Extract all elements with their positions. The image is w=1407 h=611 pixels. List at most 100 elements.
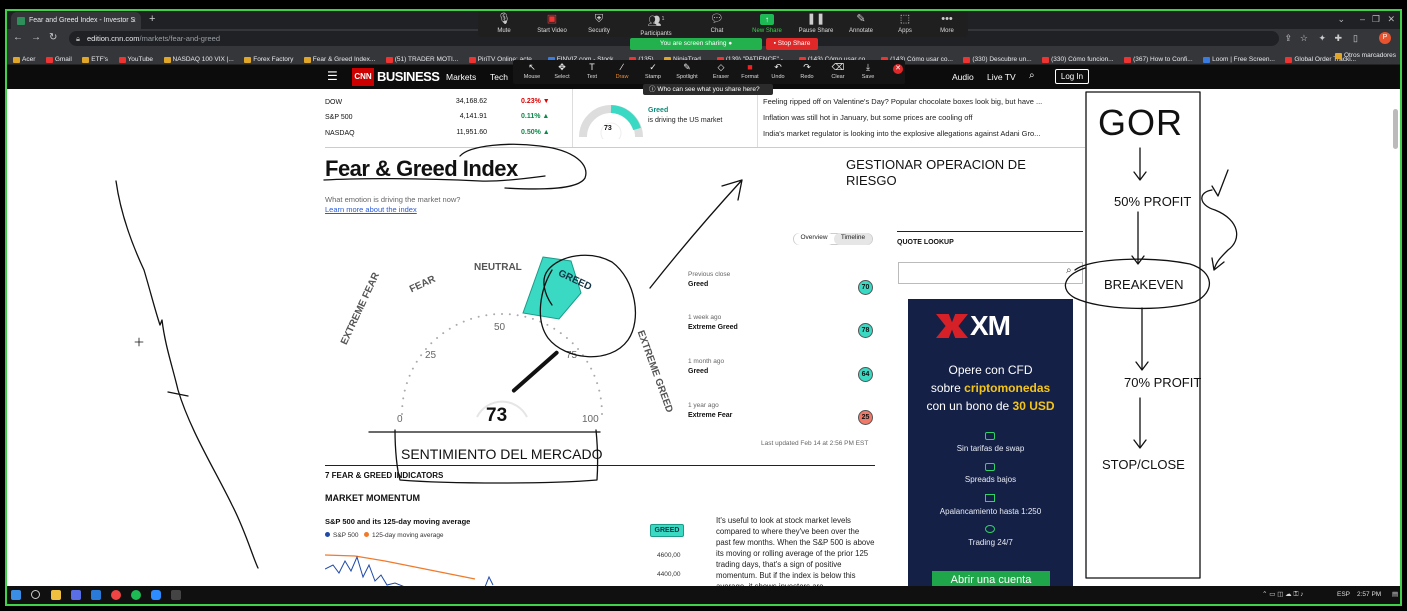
cnn-business-logo[interactable]: CNN BUSINESS — [352, 68, 440, 86]
bookmark-item[interactable]: Gmail — [45, 52, 72, 64]
back-icon[interactable]: ← — [13, 31, 23, 45]
zoom-icon[interactable] — [151, 590, 161, 600]
security-button[interactable]: ⛨ Security — [569, 12, 629, 34]
learn-more-link[interactable]: Learn more about the index — [325, 205, 417, 214]
menu-icon[interactable]: ☰ — [327, 69, 338, 83]
notifications-icon[interactable]: ▤ — [1392, 590, 1398, 600]
redo-icon: ↷ — [803, 62, 811, 72]
format-tool[interactable]: ■ Format — [735, 62, 765, 80]
bookmark-item[interactable]: (51) TRADER MOTI... — [385, 52, 458, 64]
history-label: 1 month ago — [688, 358, 725, 365]
annotation-toolbar: ↖ Mouse ✥ Select T Text ∕ Draw ✓ Stamp ✎ Spotl… — [513, 60, 905, 84]
close-annotation-icon[interactable]: ✕ — [893, 64, 903, 74]
moving-average-line — [325, 554, 476, 580]
tab-timeline[interactable]: Timeline — [834, 233, 872, 245]
bookmark-item[interactable]: Acer — [13, 52, 35, 64]
divider — [325, 147, 1085, 148]
ticker-name[interactable]: NASDAQ — [325, 129, 355, 138]
news-link[interactable]: Feeling ripped off on Valentine's Day? P… — [763, 97, 1042, 106]
language-indicator[interactable]: ESP — [1337, 590, 1350, 600]
stamp-icon: ✓ — [649, 62, 657, 72]
spotify-icon[interactable] — [131, 590, 141, 600]
select-tool[interactable]: ✥ Select — [547, 62, 577, 80]
news-link[interactable]: India's market regulator is looking into… — [763, 129, 1040, 138]
gauge-tick-75: 75 — [566, 350, 578, 361]
search-icon[interactable] — [31, 590, 40, 599]
nav-audio[interactable]: Audio — [952, 71, 974, 83]
share-icon[interactable]: ⇪ — [1284, 31, 1292, 45]
gauge-needle — [511, 350, 559, 393]
extension-icon[interactable]: ✦ — [1318, 31, 1326, 45]
legend-sp500: S&P 500 — [325, 532, 359, 539]
scrollbar[interactable] — [1393, 109, 1398, 149]
tab-overview[interactable]: Overview — [794, 233, 834, 245]
bookmark-item[interactable]: Loom | Free Screen... — [1203, 52, 1275, 64]
tray-icons[interactable]: ⌃ ▭ ◫ ☁ ⚿ ♪ — [1262, 590, 1303, 600]
spotlight-tool[interactable]: ✎ Spotlight — [672, 62, 702, 80]
sidepanel-icon[interactable]: ▯ — [1353, 31, 1358, 45]
eraser-tool[interactable]: ◇ Eraser — [706, 62, 736, 80]
mini-gauge[interactable] — [579, 103, 643, 139]
who-can-see-banner[interactable]: ⓘ Who can see what you share here? — [643, 84, 773, 95]
nav-tech[interactable]: Tech — [490, 71, 508, 83]
quote-search-input[interactable] — [898, 262, 1083, 284]
puzzle-icon[interactable]: ✚ — [1334, 31, 1342, 45]
save-tool[interactable]: ⤓ Save — [853, 62, 883, 80]
close-window-icon[interactable]: ✕ — [1387, 11, 1395, 28]
more-button[interactable]: ••• More — [917, 12, 977, 34]
other-bookmarks[interactable]: Otros marcadores — [1334, 48, 1396, 64]
ticker-name[interactable]: S&P 500 — [325, 113, 353, 122]
nav-markets[interactable]: Markets — [446, 71, 476, 83]
clear-tool[interactable]: ⌫ Clear — [823, 62, 853, 80]
file-explorer-icon[interactable] — [51, 590, 61, 600]
format-color-icon: ■ — [747, 62, 753, 72]
profile-avatar[interactable]: P — [1379, 32, 1391, 44]
bookmark-item[interactable]: Fear & Greed Index... — [303, 52, 375, 64]
minimize-icon[interactable]: – — [1360, 11, 1365, 28]
text-tool[interactable]: T Text — [577, 62, 607, 80]
mouse-tool[interactable]: ↖ Mouse — [517, 62, 547, 80]
search-icon[interactable]: ⌕ — [1066, 265, 1072, 276]
mini-gauge-value: 73 — [604, 125, 612, 132]
maximize-icon[interactable]: ❐ — [1372, 11, 1380, 28]
ticker-value: 34,168.62 — [455, 98, 487, 105]
ticker-name[interactable]: DOW — [325, 98, 342, 107]
clock[interactable]: 2:57 PM — [1357, 590, 1381, 600]
forward-icon[interactable]: → — [31, 31, 41, 45]
bookmark-item[interactable]: Forex Factory — [244, 52, 293, 64]
undo-tool[interactable]: ↶ Undo — [763, 62, 793, 80]
bookmark-item[interactable]: (330) Cómo funcion... — [1042, 52, 1114, 64]
draw-tool[interactable]: ∕ Draw — [607, 62, 637, 80]
xm-advertisement[interactable]: XM Opere con CFD sobre criptomonedas con… — [908, 299, 1073, 586]
nav-live-tv[interactable]: Live TV — [987, 71, 1016, 83]
news-link[interactable]: Inflation was still hot in January, but … — [763, 113, 972, 122]
tab-search-icon[interactable]: ⌄ — [1337, 11, 1345, 28]
bookmark-item[interactable]: (367) How to Confi... — [1124, 52, 1193, 64]
browser-tab[interactable]: Fear and Greed Index - Investor S × — [11, 12, 141, 29]
login-button[interactable]: Log In — [1055, 69, 1089, 84]
open-account-button[interactable]: Abrir una cuenta — [932, 571, 1050, 586]
bookmark-item[interactable]: (330) Descubre un... — [963, 52, 1032, 64]
share-status-bar: You are screen sharing ● ▪ Stop Share — [630, 38, 818, 50]
tab-close-icon[interactable]: × — [131, 12, 136, 29]
xm-logo-icon — [936, 314, 968, 338]
star-icon[interactable]: ☆ — [1300, 31, 1308, 45]
app-icon[interactable] — [91, 590, 101, 600]
participants-button[interactable]: 👥︎1 Participants — [626, 12, 686, 37]
bookmark-item[interactable]: NASDAQ 100 VIX |... — [163, 52, 234, 64]
search-icon[interactable]: ⌕ — [1029, 70, 1035, 82]
app-icon[interactable] — [171, 590, 181, 600]
bookmark-item[interactable]: YouTube — [118, 52, 153, 64]
redo-tool[interactable]: ↷ Redo — [792, 62, 822, 80]
history-score: 25 — [858, 410, 873, 425]
leverage-icon — [985, 494, 995, 502]
screen-sharing-indicator[interactable]: You are screen sharing ● — [630, 38, 762, 50]
app-icon[interactable] — [71, 590, 81, 600]
windows-start-icon[interactable] — [11, 590, 21, 600]
new-tab-button[interactable]: + — [149, 11, 155, 28]
reload-icon[interactable]: ↻ — [49, 31, 57, 45]
chrome-icon[interactable] — [111, 590, 121, 600]
bookmark-item[interactable]: ETF's — [82, 52, 108, 64]
stop-share-button[interactable]: ▪ Stop Share — [766, 38, 818, 50]
stamp-tool[interactable]: ✓ Stamp — [638, 62, 668, 80]
